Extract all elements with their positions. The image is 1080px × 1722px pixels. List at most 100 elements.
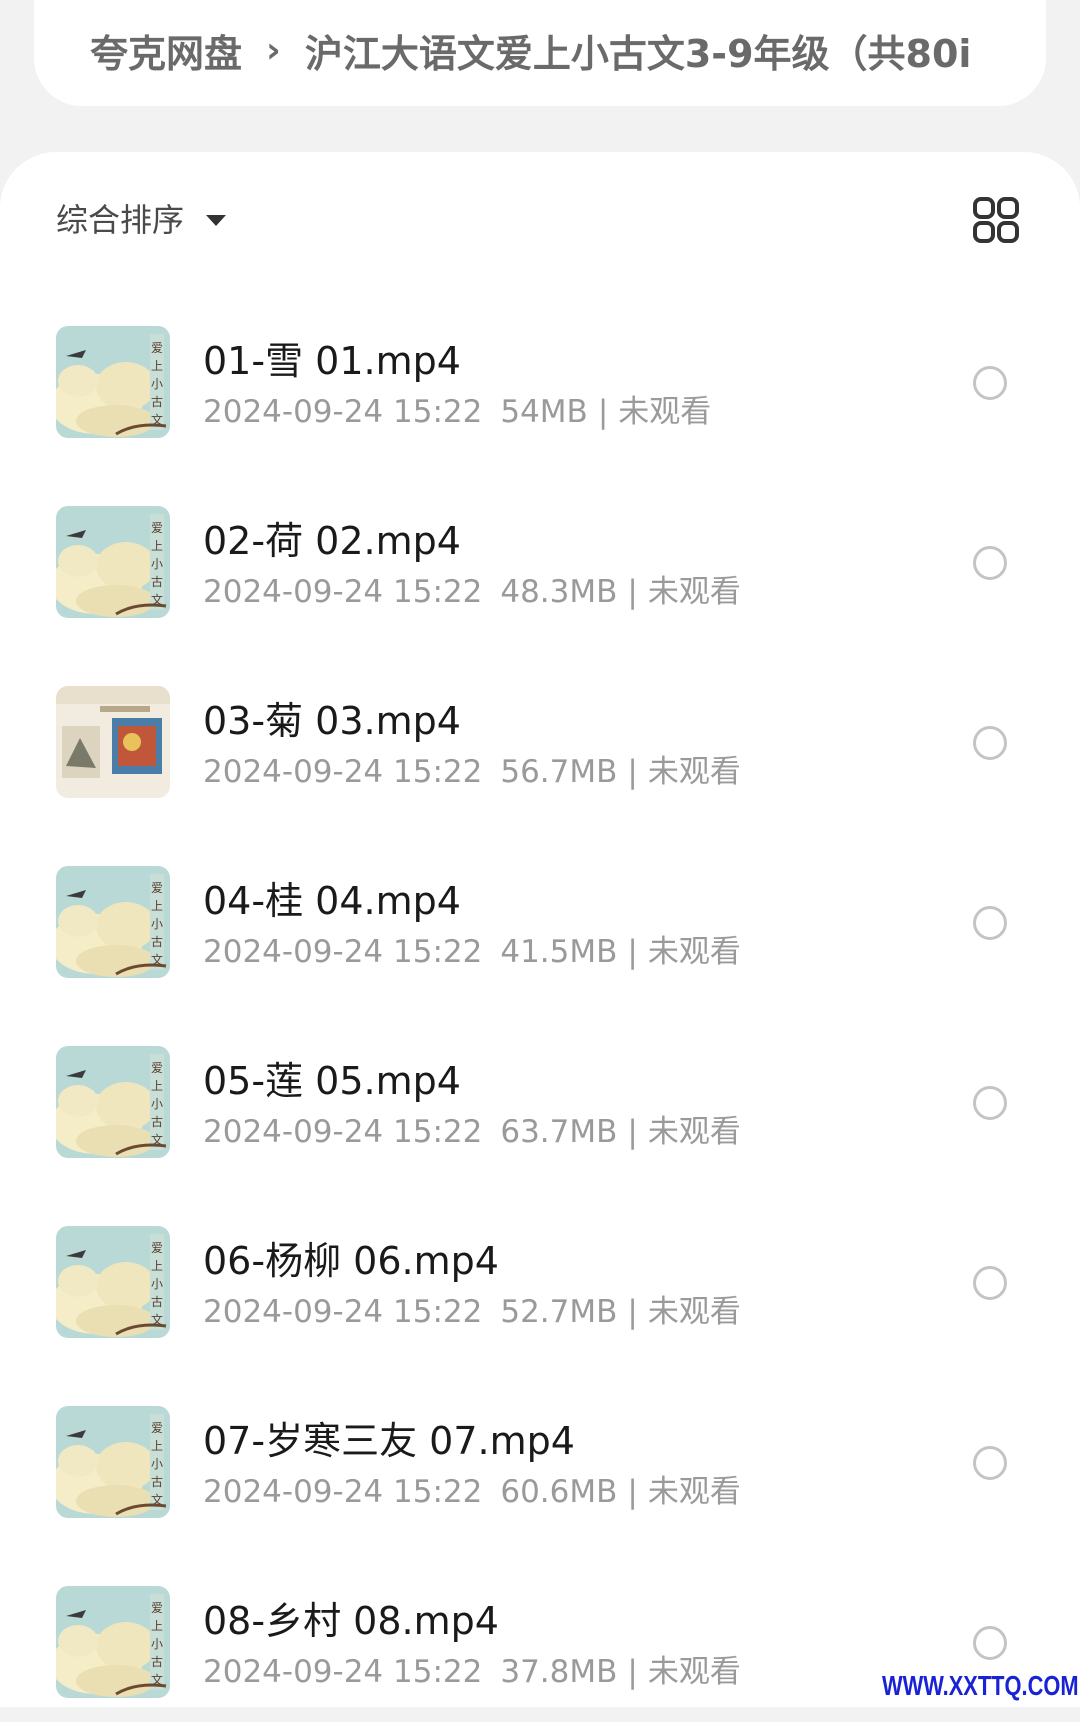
watch-status: 未观看 <box>647 1474 741 1510</box>
file-meta: 2024-09-24 15:22 60.6MB | 未观看 <box>203 1466 741 1511</box>
file-size: 48.3MB <box>500 574 618 610</box>
meta-separator: | <box>627 1474 638 1510</box>
file-size: 37.8MB <box>500 1654 618 1690</box>
svg-text:古: 古 <box>151 1294 163 1309</box>
svg-text:爱: 爱 <box>151 1421 163 1435</box>
file-date: 2024-09-24 15:22 <box>203 934 483 970</box>
file-size: 63.7MB <box>500 1114 618 1150</box>
meta-separator: | <box>627 574 638 610</box>
svg-text:上: 上 <box>151 899 163 913</box>
svg-text:小: 小 <box>151 1637 163 1651</box>
svg-text:爱: 爱 <box>151 1241 163 1255</box>
select-radio[interactable] <box>973 1446 1007 1480</box>
breadcrumb-current-folder[interactable]: 沪江大语文爱上小古文3-9年级（共80i <box>305 23 972 78</box>
file-date: 2024-09-24 15:22 <box>203 1114 483 1150</box>
watch-status: 未观看 <box>618 394 712 430</box>
meta-separator: | <box>627 754 638 790</box>
file-list: 爱 上 小 古 文 01-雪 01.mp4 2024-09-24 15:22 54… <box>0 282 1080 1722</box>
meta-separator: | <box>627 934 638 970</box>
file-size: 56.7MB <box>500 754 618 790</box>
svg-text:爱: 爱 <box>151 521 163 535</box>
svg-text:古: 古 <box>151 574 163 589</box>
file-size: 52.7MB <box>500 1294 618 1330</box>
video-thumbnail[interactable]: 爱 上 小 古 文 <box>56 1046 170 1158</box>
watch-status: 未观看 <box>647 754 741 790</box>
watch-status: 未观看 <box>647 1294 741 1330</box>
file-name[interactable]: 08-乡村 08.mp4 <box>203 1590 499 1645</box>
select-radio[interactable] <box>973 906 1007 940</box>
select-radio[interactable] <box>973 1086 1007 1120</box>
file-name[interactable]: 07-岁寒三友 07.mp4 <box>203 1410 575 1465</box>
meta-separator: | <box>627 1114 638 1150</box>
svg-text:爱: 爱 <box>151 881 163 895</box>
file-name[interactable]: 02-荷 02.mp4 <box>203 510 461 565</box>
file-date: 2024-09-24 15:22 <box>203 1654 483 1690</box>
file-size: 54MB <box>500 394 588 430</box>
svg-text:爱: 爱 <box>151 1601 163 1615</box>
select-radio[interactable] <box>973 546 1007 580</box>
file-meta: 2024-09-24 15:22 56.7MB | 未观看 <box>203 746 741 791</box>
svg-text:上: 上 <box>151 1439 163 1453</box>
video-thumbnail[interactable]: 爱 上 小 古 文 <box>56 1586 170 1698</box>
select-radio[interactable] <box>973 1626 1007 1660</box>
svg-text:古: 古 <box>151 1114 163 1129</box>
file-date: 2024-09-24 15:22 <box>203 1474 483 1510</box>
file-name[interactable]: 06-杨柳 06.mp4 <box>203 1230 499 1285</box>
file-name[interactable]: 05-莲 05.mp4 <box>203 1050 461 1105</box>
file-size: 41.5MB <box>500 934 618 970</box>
select-radio[interactable] <box>973 726 1007 760</box>
svg-text:爱: 爱 <box>151 341 163 355</box>
grid-view-icon[interactable] <box>972 196 1020 244</box>
select-radio[interactable] <box>973 1266 1007 1300</box>
sort-dropdown[interactable]: 综合排序 <box>56 192 227 244</box>
svg-text:古: 古 <box>151 934 163 949</box>
file-name[interactable]: 04-桂 04.mp4 <box>203 870 461 925</box>
svg-text:上: 上 <box>151 539 163 553</box>
file-meta: 2024-09-24 15:22 52.7MB | 未观看 <box>203 1286 741 1331</box>
file-date: 2024-09-24 15:22 <box>203 574 483 610</box>
select-radio[interactable] <box>973 366 1007 400</box>
svg-text:古: 古 <box>151 1474 163 1489</box>
file-row[interactable]: 爱 上 小 古 文 06-杨柳 06.mp4 2024-09-24 15:22 5… <box>0 1182 1080 1362</box>
svg-text:上: 上 <box>151 1259 163 1273</box>
video-thumbnail[interactable]: 爱 上 小 古 文 <box>56 506 170 618</box>
chevron-right-icon: › <box>266 29 281 71</box>
watch-status: 未观看 <box>647 1654 741 1690</box>
svg-text:小: 小 <box>151 377 163 391</box>
svg-text:小: 小 <box>151 1457 163 1471</box>
file-row[interactable]: 爱 上 小 古 文 04-桂 04.mp4 2024-09-24 15:22 41… <box>0 822 1080 1002</box>
file-row[interactable]: 03-菊 03.mp4 2024-09-24 15:22 56.7MB | 未观看 <box>0 642 1080 822</box>
file-date: 2024-09-24 15:22 <box>203 1294 483 1330</box>
video-thumbnail[interactable]: 爱 上 小 古 文 <box>56 326 170 438</box>
video-thumbnail[interactable]: 爱 上 小 古 文 <box>56 1406 170 1518</box>
svg-text:古: 古 <box>151 1654 163 1669</box>
file-row[interactable]: 爱 上 小 古 文 02-荷 02.mp4 2024-09-24 15:22 48… <box>0 462 1080 642</box>
file-name[interactable]: 03-菊 03.mp4 <box>203 690 461 745</box>
svg-text:小: 小 <box>151 917 163 931</box>
sort-label: 综合排序 <box>56 201 185 239</box>
file-row[interactable]: 爱 上 小 古 文 05-莲 05.mp4 2024-09-24 15:22 63… <box>0 1002 1080 1182</box>
video-thumbnail[interactable]: 爱 上 小 古 文 <box>56 866 170 978</box>
watch-status: 未观看 <box>647 934 741 970</box>
svg-text:古: 古 <box>151 394 163 409</box>
file-meta: 2024-09-24 15:22 37.8MB | 未观看 <box>203 1646 741 1691</box>
breadcrumb-root[interactable]: 夸克网盘 <box>90 23 242 78</box>
breadcrumb: 夸克网盘 › 沪江大语文爱上小古文3-9年级（共80i <box>34 0 1046 106</box>
file-row[interactable]: 爱 上 小 古 文 01-雪 01.mp4 2024-09-24 15:22 54… <box>0 282 1080 462</box>
file-date: 2024-09-24 15:22 <box>203 754 483 790</box>
file-row[interactable]: 爱 上 小 古 文 07-岁寒三友 07.mp4 2024-09-24 15:2… <box>0 1362 1080 1542</box>
video-thumbnail[interactable]: 爱 上 小 古 文 <box>56 1226 170 1338</box>
svg-text:爱: 爱 <box>151 1061 163 1075</box>
file-panel: 综合排序 爱 上 小 古 文 01-雪 01.mp4 2024-09-24 15… <box>0 152 1080 1707</box>
file-meta: 2024-09-24 15:22 54MB | 未观看 <box>203 386 711 431</box>
file-name[interactable]: 01-雪 01.mp4 <box>203 330 461 385</box>
svg-text:小: 小 <box>151 557 163 571</box>
file-date: 2024-09-24 15:22 <box>203 394 483 430</box>
meta-separator: | <box>627 1654 638 1690</box>
meta-separator: | <box>627 1294 638 1330</box>
svg-text:上: 上 <box>151 1079 163 1093</box>
file-meta: 2024-09-24 15:22 41.5MB | 未观看 <box>203 926 741 971</box>
video-thumbnail[interactable] <box>56 686 170 798</box>
watermark-text: WWW.XXTTQ.COM <box>882 1670 1079 1701</box>
watch-status: 未观看 <box>647 574 741 610</box>
